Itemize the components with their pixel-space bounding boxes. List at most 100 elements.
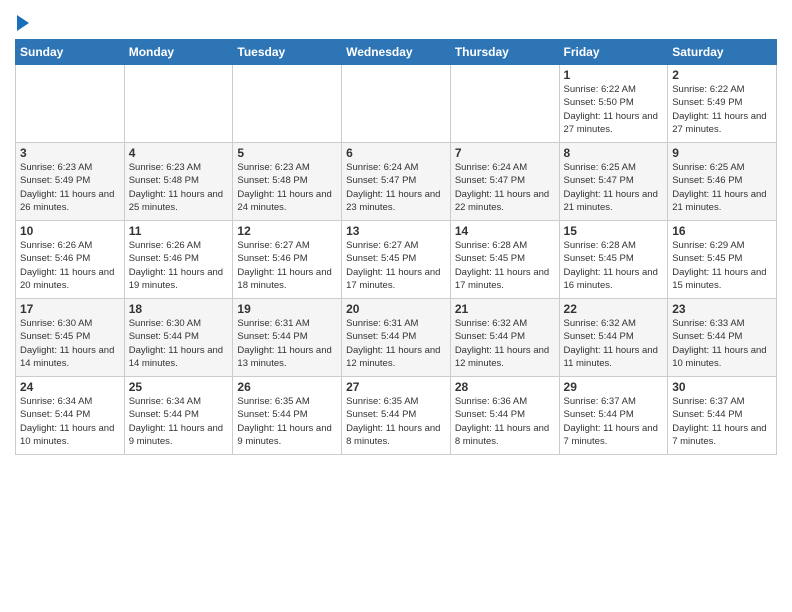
week-row-5: 24Sunrise: 6:34 AM Sunset: 5:44 PM Dayli…: [16, 377, 777, 455]
day-number: 10: [20, 224, 120, 238]
calendar-cell: 17Sunrise: 6:30 AM Sunset: 5:45 PM Dayli…: [16, 299, 125, 377]
calendar-cell: 21Sunrise: 6:32 AM Sunset: 5:44 PM Dayli…: [450, 299, 559, 377]
day-info: Sunrise: 6:31 AM Sunset: 5:44 PM Dayligh…: [346, 317, 446, 370]
calendar-cell: [450, 65, 559, 143]
calendar-cell: 7Sunrise: 6:24 AM Sunset: 5:47 PM Daylig…: [450, 143, 559, 221]
day-info: Sunrise: 6:34 AM Sunset: 5:44 PM Dayligh…: [129, 395, 229, 448]
day-info: Sunrise: 6:23 AM Sunset: 5:48 PM Dayligh…: [129, 161, 229, 214]
day-number: 21: [455, 302, 555, 316]
day-number: 14: [455, 224, 555, 238]
calendar-cell: 11Sunrise: 6:26 AM Sunset: 5:46 PM Dayli…: [124, 221, 233, 299]
day-number: 25: [129, 380, 229, 394]
day-number: 9: [672, 146, 772, 160]
day-number: 18: [129, 302, 229, 316]
day-number: 12: [237, 224, 337, 238]
day-number: 22: [564, 302, 664, 316]
day-number: 17: [20, 302, 120, 316]
day-info: Sunrise: 6:31 AM Sunset: 5:44 PM Dayligh…: [237, 317, 337, 370]
calendar-cell: 28Sunrise: 6:36 AM Sunset: 5:44 PM Dayli…: [450, 377, 559, 455]
weekday-header-row: SundayMondayTuesdayWednesdayThursdayFrid…: [16, 40, 777, 65]
week-row-3: 10Sunrise: 6:26 AM Sunset: 5:46 PM Dayli…: [16, 221, 777, 299]
calendar-cell: 4Sunrise: 6:23 AM Sunset: 5:48 PM Daylig…: [124, 143, 233, 221]
calendar-cell: 18Sunrise: 6:30 AM Sunset: 5:44 PM Dayli…: [124, 299, 233, 377]
day-number: 29: [564, 380, 664, 394]
day-info: Sunrise: 6:25 AM Sunset: 5:47 PM Dayligh…: [564, 161, 664, 214]
day-number: 19: [237, 302, 337, 316]
calendar: SundayMondayTuesdayWednesdayThursdayFrid…: [15, 39, 777, 455]
day-info: Sunrise: 6:22 AM Sunset: 5:50 PM Dayligh…: [564, 83, 664, 136]
day-info: Sunrise: 6:35 AM Sunset: 5:44 PM Dayligh…: [346, 395, 446, 448]
header: [15, 10, 777, 31]
logo: [15, 10, 29, 31]
day-info: Sunrise: 6:26 AM Sunset: 5:46 PM Dayligh…: [20, 239, 120, 292]
week-row-4: 17Sunrise: 6:30 AM Sunset: 5:45 PM Dayli…: [16, 299, 777, 377]
calendar-cell: 9Sunrise: 6:25 AM Sunset: 5:46 PM Daylig…: [668, 143, 777, 221]
weekday-wednesday: Wednesday: [342, 40, 451, 65]
calendar-cell: 25Sunrise: 6:34 AM Sunset: 5:44 PM Dayli…: [124, 377, 233, 455]
weekday-friday: Friday: [559, 40, 668, 65]
calendar-cell: 23Sunrise: 6:33 AM Sunset: 5:44 PM Dayli…: [668, 299, 777, 377]
day-info: Sunrise: 6:25 AM Sunset: 5:46 PM Dayligh…: [672, 161, 772, 214]
day-info: Sunrise: 6:32 AM Sunset: 5:44 PM Dayligh…: [455, 317, 555, 370]
day-number: 15: [564, 224, 664, 238]
calendar-cell: 24Sunrise: 6:34 AM Sunset: 5:44 PM Dayli…: [16, 377, 125, 455]
day-info: Sunrise: 6:30 AM Sunset: 5:45 PM Dayligh…: [20, 317, 120, 370]
week-row-2: 3Sunrise: 6:23 AM Sunset: 5:49 PM Daylig…: [16, 143, 777, 221]
day-info: Sunrise: 6:23 AM Sunset: 5:49 PM Dayligh…: [20, 161, 120, 214]
day-number: 6: [346, 146, 446, 160]
calendar-cell: [233, 65, 342, 143]
day-info: Sunrise: 6:36 AM Sunset: 5:44 PM Dayligh…: [455, 395, 555, 448]
day-number: 16: [672, 224, 772, 238]
day-info: Sunrise: 6:37 AM Sunset: 5:44 PM Dayligh…: [672, 395, 772, 448]
logo-arrow-icon: [17, 15, 29, 31]
calendar-cell: 15Sunrise: 6:28 AM Sunset: 5:45 PM Dayli…: [559, 221, 668, 299]
calendar-cell: 1Sunrise: 6:22 AM Sunset: 5:50 PM Daylig…: [559, 65, 668, 143]
weekday-saturday: Saturday: [668, 40, 777, 65]
weekday-monday: Monday: [124, 40, 233, 65]
weekday-thursday: Thursday: [450, 40, 559, 65]
calendar-cell: 10Sunrise: 6:26 AM Sunset: 5:46 PM Dayli…: [16, 221, 125, 299]
calendar-cell: 2Sunrise: 6:22 AM Sunset: 5:49 PM Daylig…: [668, 65, 777, 143]
day-number: 5: [237, 146, 337, 160]
day-number: 23: [672, 302, 772, 316]
calendar-cell: 12Sunrise: 6:27 AM Sunset: 5:46 PM Dayli…: [233, 221, 342, 299]
calendar-cell: [342, 65, 451, 143]
weekday-sunday: Sunday: [16, 40, 125, 65]
day-number: 1: [564, 68, 664, 82]
calendar-cell: [16, 65, 125, 143]
day-info: Sunrise: 6:34 AM Sunset: 5:44 PM Dayligh…: [20, 395, 120, 448]
day-number: 26: [237, 380, 337, 394]
calendar-cell: 30Sunrise: 6:37 AM Sunset: 5:44 PM Dayli…: [668, 377, 777, 455]
calendar-cell: 16Sunrise: 6:29 AM Sunset: 5:45 PM Dayli…: [668, 221, 777, 299]
weekday-tuesday: Tuesday: [233, 40, 342, 65]
day-number: 20: [346, 302, 446, 316]
calendar-cell: 6Sunrise: 6:24 AM Sunset: 5:47 PM Daylig…: [342, 143, 451, 221]
day-info: Sunrise: 6:32 AM Sunset: 5:44 PM Dayligh…: [564, 317, 664, 370]
day-info: Sunrise: 6:29 AM Sunset: 5:45 PM Dayligh…: [672, 239, 772, 292]
calendar-cell: 8Sunrise: 6:25 AM Sunset: 5:47 PM Daylig…: [559, 143, 668, 221]
day-number: 24: [20, 380, 120, 394]
calendar-cell: 20Sunrise: 6:31 AM Sunset: 5:44 PM Dayli…: [342, 299, 451, 377]
day-info: Sunrise: 6:24 AM Sunset: 5:47 PM Dayligh…: [455, 161, 555, 214]
day-info: Sunrise: 6:37 AM Sunset: 5:44 PM Dayligh…: [564, 395, 664, 448]
calendar-cell: 14Sunrise: 6:28 AM Sunset: 5:45 PM Dayli…: [450, 221, 559, 299]
day-info: Sunrise: 6:28 AM Sunset: 5:45 PM Dayligh…: [564, 239, 664, 292]
day-number: 30: [672, 380, 772, 394]
calendar-cell: 13Sunrise: 6:27 AM Sunset: 5:45 PM Dayli…: [342, 221, 451, 299]
calendar-cell: 27Sunrise: 6:35 AM Sunset: 5:44 PM Dayli…: [342, 377, 451, 455]
day-number: 8: [564, 146, 664, 160]
day-number: 4: [129, 146, 229, 160]
week-row-1: 1Sunrise: 6:22 AM Sunset: 5:50 PM Daylig…: [16, 65, 777, 143]
calendar-cell: 3Sunrise: 6:23 AM Sunset: 5:49 PM Daylig…: [16, 143, 125, 221]
day-number: 28: [455, 380, 555, 394]
day-info: Sunrise: 6:26 AM Sunset: 5:46 PM Dayligh…: [129, 239, 229, 292]
calendar-cell: 22Sunrise: 6:32 AM Sunset: 5:44 PM Dayli…: [559, 299, 668, 377]
page: SundayMondayTuesdayWednesdayThursdayFrid…: [0, 0, 792, 612]
day-number: 2: [672, 68, 772, 82]
day-number: 11: [129, 224, 229, 238]
day-info: Sunrise: 6:23 AM Sunset: 5:48 PM Dayligh…: [237, 161, 337, 214]
day-info: Sunrise: 6:27 AM Sunset: 5:45 PM Dayligh…: [346, 239, 446, 292]
day-info: Sunrise: 6:30 AM Sunset: 5:44 PM Dayligh…: [129, 317, 229, 370]
calendar-cell: 29Sunrise: 6:37 AM Sunset: 5:44 PM Dayli…: [559, 377, 668, 455]
day-info: Sunrise: 6:28 AM Sunset: 5:45 PM Dayligh…: [455, 239, 555, 292]
